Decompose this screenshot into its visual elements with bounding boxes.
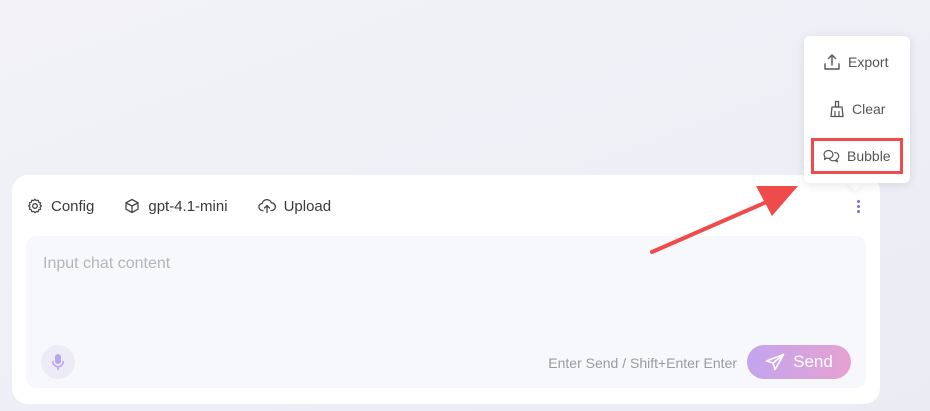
annotation-arrow — [650, 186, 798, 254]
